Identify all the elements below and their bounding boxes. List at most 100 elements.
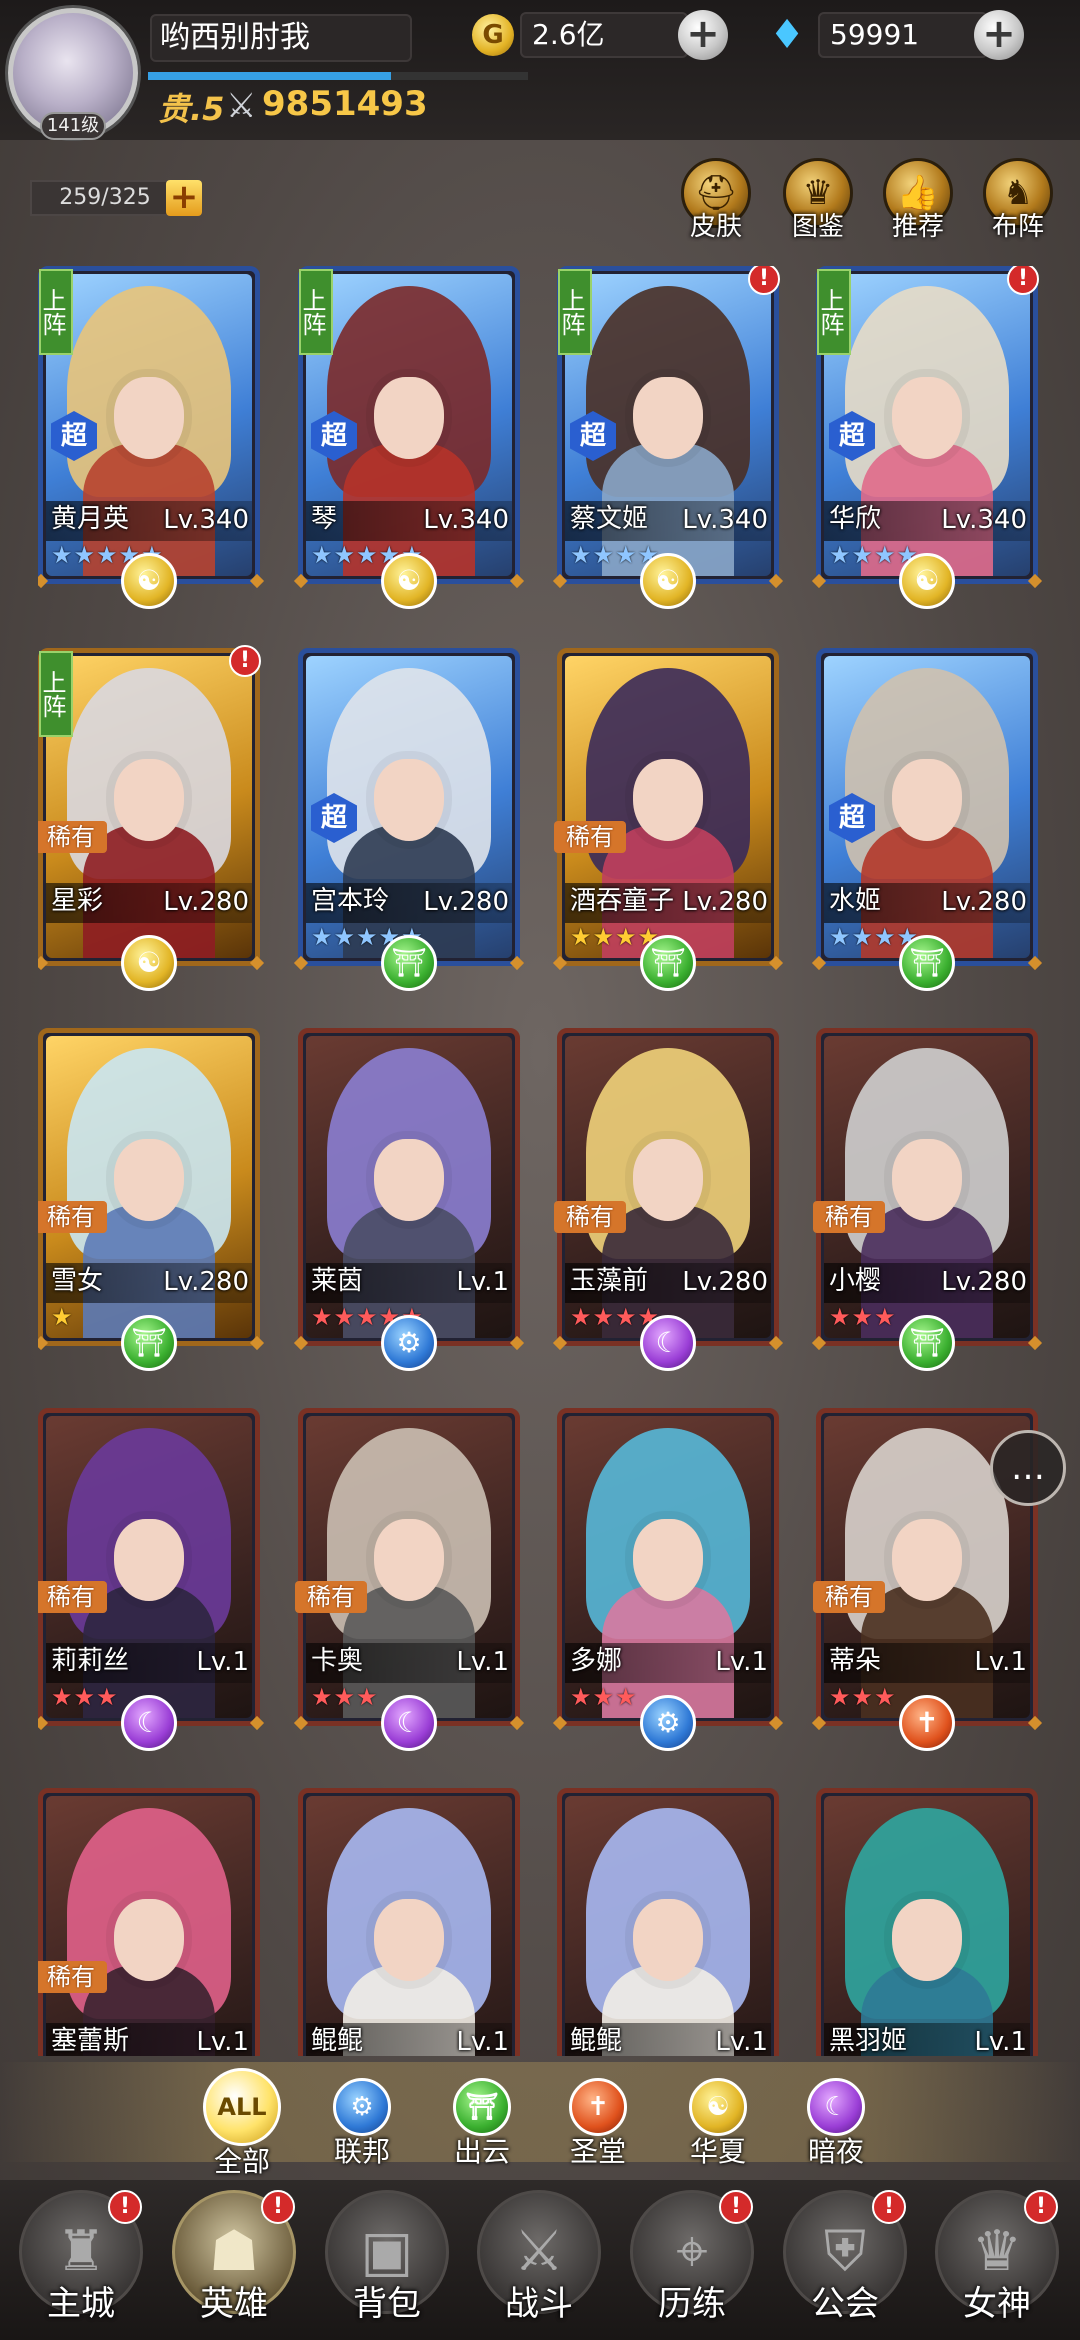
filter-huaxia-button[interactable]: ☯ 华夏	[678, 2078, 758, 2174]
card-corner-ornament	[38, 1335, 49, 1351]
hero-face	[114, 1138, 184, 1221]
hero-card[interactable]: 星彩 Lv.280 上阵 稀有! ☯	[38, 645, 265, 991]
filter-lianbang-button[interactable]: ⚙ 联邦	[322, 2078, 402, 2174]
hero-card[interactable]: 黑羽姬Lv.1★★★	[816, 1788, 1038, 2056]
faction-lianbang-icon: ⚙	[640, 1695, 696, 1751]
chuyun-faction-icon: ⛩	[453, 2078, 511, 2136]
rare-rarity-badge: 稀有	[554, 1201, 626, 1233]
notice-icon: !	[1024, 2190, 1058, 2224]
hero-card[interactable]: 黄月英 Lv.340 ★★★★★ 上阵超 ☯	[38, 266, 265, 609]
card-corner-ornament	[293, 1715, 309, 1731]
hero-name: 黄月英	[51, 504, 130, 534]
hero-card[interactable]: 莉莉丝 Lv.1 ★★★ 稀有 ☾	[38, 1408, 265, 1751]
hero-card[interactable]: 华欣 Lv.340 ★★★★ 上阵超! ☯	[811, 266, 1043, 609]
hero-face	[374, 758, 444, 841]
gold-amount: 2.6亿	[520, 12, 688, 58]
codex-button[interactable]: ♛ 图鉴	[780, 158, 856, 248]
hero-face	[892, 1898, 962, 1981]
filter-label: 联邦	[333, 2135, 390, 2168]
nav-guild-shield-tab[interactable]: ⛨ 公会!	[778, 2190, 912, 2340]
hero-card[interactable]: 塞蕾斯Lv.1★★★稀有	[38, 1788, 260, 2056]
hero-card[interactable]: 莱茵 Lv.1 ★★★★★ ⚙	[293, 1028, 525, 1371]
skin-button[interactable]: ⛑ 皮肤	[678, 158, 754, 248]
hero-star-rating: ★★★	[829, 1303, 897, 1331]
recommend-button[interactable]: 👍 推荐	[880, 158, 956, 248]
nav-goddess-tab[interactable]: ♛ 女神!	[930, 2190, 1064, 2340]
rare-rarity-badge: 稀有	[38, 821, 107, 853]
card-corner-ornament	[552, 1715, 568, 1731]
diamond-gem-icon: ♦	[769, 12, 805, 58]
deployed-tag: 上阵	[557, 269, 592, 355]
hero-face	[114, 376, 184, 459]
hero-card[interactable]: 玉藻前 Lv.280 ★★★★ 稀有 ☾	[552, 1028, 784, 1371]
deployed-tag: 上阵	[298, 269, 333, 355]
notice-icon: !	[261, 2190, 295, 2224]
hero-star-rating: ★★★	[311, 1683, 379, 1711]
filter-all-button[interactable]: ALL 全部	[202, 2068, 282, 2178]
hero-level: Lv.1	[196, 2027, 249, 2056]
faction-shengtang-icon: ✝	[899, 1695, 955, 1751]
add-gold-button[interactable]: +	[678, 10, 728, 60]
filter-label: 全部	[213, 2145, 270, 2178]
hero-face	[633, 376, 703, 459]
nav-map-tab[interactable]: ⌖ 历练!	[625, 2190, 759, 2340]
hero-card[interactable]: 小樱 Lv.280 ★★★ 稀有 ⛩	[811, 1028, 1043, 1371]
card-corner-ornament	[293, 1335, 309, 1351]
rare-rarity-badge: 稀有	[38, 1581, 107, 1613]
formation-button[interactable]: ♞ 布阵	[980, 158, 1056, 248]
card-corner-ornament	[1027, 955, 1043, 971]
hero-level: Lv.1	[456, 1647, 509, 1677]
filter-anye-button[interactable]: ☾ 暗夜	[796, 2078, 876, 2174]
card-corner-ornament	[811, 955, 827, 971]
hero-name: 多娜	[570, 1646, 623, 1676]
nav-castle-tab[interactable]: ♜ 主城!	[14, 2190, 148, 2340]
nav-label: 历练	[658, 2284, 726, 2324]
notice-icon: !	[108, 2190, 142, 2224]
hero-card[interactable]: 水姬 Lv.280 ★★★★ 超 ⛩	[811, 648, 1043, 991]
nav-hooded-hero-tab[interactable]: ☗ 英雄!	[167, 2190, 301, 2340]
hero-card[interactable]: 酒吞童子 Lv.280 ★★★★ 稀有 ⛩	[552, 648, 784, 991]
hero-face	[633, 1898, 703, 1981]
hero-level: Lv.340	[423, 505, 509, 535]
hero-name: 宫本玲	[311, 886, 390, 916]
hero-level: Lv.280	[682, 1267, 768, 1297]
rare-rarity-badge: 稀有	[554, 821, 626, 853]
filter-shengtang-button[interactable]: ✝ 圣堂	[558, 2078, 638, 2174]
hero-level: Lv.280	[682, 887, 768, 917]
hero-card[interactable]: 琴 Lv.340 ★★★★★ 上阵超 ☯	[293, 266, 525, 609]
hero-level: Lv.280	[941, 1267, 1027, 1297]
hero-level: Lv.1	[456, 1267, 509, 1297]
card-corner-ornament	[768, 1715, 784, 1731]
hero-level: Lv.1	[715, 2027, 768, 2056]
faction-huaxia-icon: ☯	[381, 553, 437, 609]
expand-capacity-button[interactable]: +	[166, 180, 202, 216]
filter-chuyun-button[interactable]: ⛩ 出云	[442, 2078, 522, 2174]
lianbang-faction-icon: ⚙	[333, 2078, 391, 2136]
hero-name: 卡奥	[311, 1646, 364, 1676]
add-gem-button[interactable]: +	[974, 10, 1024, 60]
card-corner-ornament	[293, 955, 309, 971]
nav-backpack-tab[interactable]: ▣ 背包	[320, 2190, 454, 2340]
faction-chuyun-icon: ⛩	[121, 1315, 177, 1371]
chat-bubble-button[interactable]: …	[990, 1430, 1066, 1506]
hero-portrait	[565, 1796, 771, 2056]
top-header: 141级 哟西别肘我 贵.5 ⚔ 9851493 G 2.6亿 + ♦ 5999…	[0, 0, 1080, 140]
rare-rarity-badge: 稀有	[813, 1581, 885, 1613]
hero-level: Lv.340	[941, 505, 1027, 535]
huaxia-faction-icon: ☯	[689, 2078, 747, 2136]
hero-name: 星彩	[51, 886, 104, 916]
nav-crossed-swords-tab[interactable]: ⚔ 战斗	[472, 2190, 606, 2340]
hero-card[interactable]: 雪女 Lv.280 ★ 稀有 ⛩	[38, 1028, 265, 1371]
hero-card[interactable]: 鲲鲲Lv.1★★★	[557, 1788, 779, 2056]
hero-card[interactable]: 鲲鲲Lv.1★★★	[298, 1788, 520, 2056]
gem-amount: 59991	[818, 12, 988, 58]
hero-card[interactable]: 卡奥 Lv.1 ★★★ 稀有 ☾	[293, 1408, 525, 1751]
card-corner-ornament	[509, 1335, 525, 1351]
hero-card[interactable]: 宫本玲 Lv.280 ★★★★★ 超 ⛩	[293, 648, 525, 991]
faction-anye-icon: ☾	[640, 1315, 696, 1371]
card-corner-ornament	[249, 1335, 265, 1351]
hero-face	[633, 758, 703, 841]
hero-card[interactable]: 多娜 Lv.1 ★★★ ⚙	[552, 1408, 784, 1751]
hero-portrait	[46, 1796, 252, 2056]
hero-card[interactable]: 蔡文姬 Lv.340 ★★★★ 上阵超! ☯	[552, 266, 784, 609]
